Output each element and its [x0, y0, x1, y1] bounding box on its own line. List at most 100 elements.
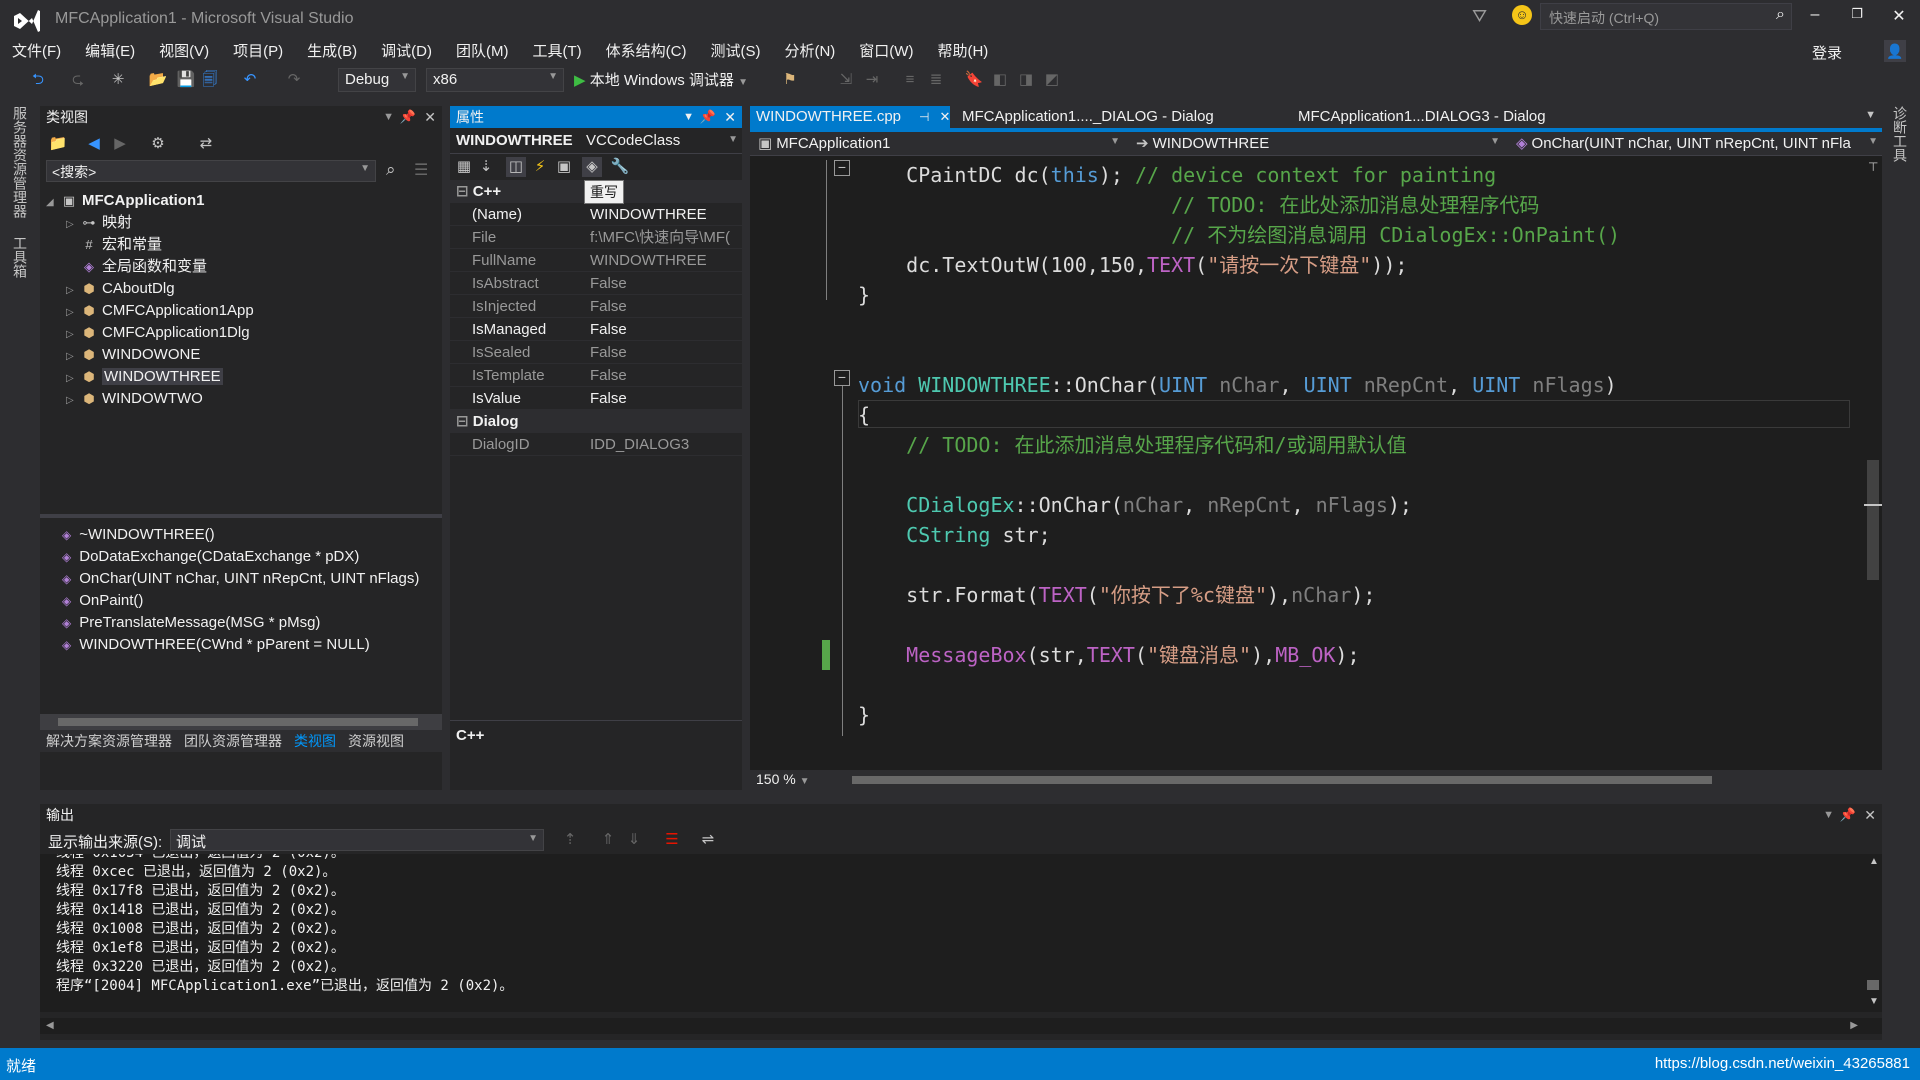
settings-gear-icon[interactable]: ⚙ — [148, 134, 168, 154]
next-message-icon[interactable]: ⇓ — [624, 830, 644, 850]
document-tab[interactable]: MFCApplication1...._DIALOG - Dialog — [956, 106, 1286, 128]
forward-icon[interactable]: ⮎ — [68, 70, 88, 90]
member-item[interactable]: ◈ WINDOWTHREE(CWnd * pParent = NULL) — [40, 634, 442, 656]
vertical-scrollbar[interactable]: ⊤ — [1864, 160, 1882, 756]
tree-item[interactable]: ◢ ▣ MFCApplication1 — [40, 190, 442, 212]
pin-icon[interactable]: ⊣ — [919, 110, 929, 124]
collapse-onchar-icon[interactable]: − — [834, 370, 850, 386]
nav-forward-icon[interactable]: ▶ — [110, 134, 130, 154]
menu-item[interactable]: 体系结构(C) — [594, 40, 699, 64]
property-row[interactable]: FullName WINDOWTHREE — [450, 249, 742, 272]
open-folder-icon[interactable]: 📂 — [148, 70, 168, 90]
menu-item[interactable]: 窗口(W) — [847, 40, 925, 64]
sync-icon[interactable]: ⇄ — [196, 134, 216, 154]
events-icon[interactable]: ⚡ — [530, 157, 550, 177]
code-text[interactable]: CPaintDC dc(this); // device context for… — [858, 160, 1838, 756]
platform-select[interactable]: x86 ▼ — [426, 68, 564, 92]
expand-arrow-icon[interactable]: ◢ — [46, 192, 60, 214]
save-all-icon[interactable]: 🗐 — [200, 70, 220, 90]
overrides-icon[interactable]: ◈ — [582, 157, 602, 177]
new-project-icon[interactable]: ✳ — [108, 70, 128, 90]
member-item[interactable]: ◈ OnChar(UINT nChar, UINT nRepCnt, UINT n… — [40, 568, 442, 590]
panel-tab[interactable]: 资源视图 — [342, 730, 410, 752]
tab-overflow-icon[interactable]: ▼ — [1865, 109, 1876, 121]
tree-item[interactable]: ▷ ⬢ WINDOWTHREE — [40, 366, 442, 388]
menu-item[interactable]: 测试(S) — [698, 40, 772, 64]
toolbox-tab[interactable]: 工具箱 — [10, 236, 30, 278]
menu-item[interactable]: 团队(M) — [444, 40, 521, 64]
property-row[interactable]: IsManaged False — [450, 318, 742, 341]
close-window-button[interactable]: ✕ — [1884, 6, 1914, 30]
horizontal-scrollbar[interactable] — [842, 774, 1862, 786]
expand-arrow-icon[interactable]: ▷ — [66, 214, 80, 236]
menu-item[interactable]: 文件(F) — [0, 40, 73, 64]
expand-arrow-icon[interactable]: ▷ — [66, 368, 80, 390]
find-message-icon[interactable]: ⇡ — [560, 830, 580, 850]
member-item[interactable]: ◈ PreTranslateMessage(MSG * pMsg) — [40, 612, 442, 634]
menu-item[interactable]: 工具(T) — [520, 40, 593, 64]
panel-dropdown-icon[interactable]: ▼ — [683, 106, 694, 128]
zoom-select[interactable]: 150 % ▼ — [756, 771, 810, 787]
property-row[interactable]: IsSealed False — [450, 341, 742, 364]
server-explorer-tab[interactable]: 服务器资源管理器 — [10, 106, 30, 218]
categorized-icon[interactable]: ▦ — [454, 157, 474, 177]
filter-icon[interactable]: ⛛ — [1472, 6, 1487, 27]
tree-item[interactable]: ▷ ⬢ CMFCApplication1App — [40, 300, 442, 322]
expand-arrow-icon[interactable]: ▷ — [66, 280, 80, 302]
tree-item[interactable]: ▷ ⬢ WINDOWTWO — [40, 388, 442, 410]
prev-message-icon[interactable]: ⇑ — [598, 830, 618, 850]
panel-tab[interactable]: 团队资源管理器 — [178, 730, 288, 752]
nav-project-select[interactable]: ▣ MFCApplication1 ▼ — [754, 133, 1124, 155]
property-pages-icon[interactable]: 🔧 — [610, 157, 630, 177]
start-debugging-button[interactable]: ▶ 本地 Windows 调试器 ▼ — [574, 69, 748, 90]
panel-dropdown-icon[interactable]: ▼ — [383, 106, 394, 128]
output-horizontal-scrollbar[interactable]: ◀ ▶ — [40, 1018, 1882, 1034]
collapse-icon[interactable]: ⊟ — [456, 413, 473, 430]
expand-arrow-icon[interactable]: ▷ — [66, 390, 80, 412]
search-icon[interactable]: ⌕ — [1776, 6, 1785, 24]
property-row[interactable]: DialogID IDD_DIALOG3 — [450, 433, 742, 456]
step-into-icon[interactable]: ⇲ — [836, 70, 856, 90]
tree-item[interactable]: ◈ 全局函数和变量 — [40, 256, 442, 278]
scrollbar-thumb[interactable] — [1867, 460, 1879, 580]
menu-item[interactable]: 分析(N) — [772, 40, 847, 64]
property-row[interactable]: IsAbstract False — [450, 272, 742, 295]
output-text[interactable]: 线程 0x1034 已退出，返回值为 2 (0x2)。线程 0xcec 已退出，… — [40, 854, 1882, 1012]
property-category[interactable]: ⊟ Dialog — [450, 410, 742, 433]
nav-member-select[interactable]: ◈ OnChar(UINT nChar, UINT nRepCnt, UINT n… — [1512, 133, 1882, 155]
collapse-icon[interactable]: ⊟ — [456, 183, 473, 200]
output-source-select[interactable]: 调试 ▼ — [170, 829, 544, 851]
close-panel-icon[interactable]: ✕ — [724, 106, 736, 128]
menu-item[interactable]: 帮助(H) — [925, 40, 1000, 64]
panel-dropdown-icon[interactable]: ▼ — [1823, 804, 1834, 826]
messages-icon[interactable]: ▣ — [554, 157, 574, 177]
diagnostic-tools-tab[interactable]: 诊断工具 — [1890, 106, 1910, 162]
quick-launch-input[interactable]: 快速启动 (Ctrl+Q) ⌕ — [1540, 3, 1792, 30]
object-selector[interactable]: WINDOWTHREE VCCodeClass ▼ — [450, 128, 742, 154]
back-icon[interactable]: ⮌ — [28, 70, 48, 90]
pin-icon[interactable]: 📌 — [1840, 804, 1856, 826]
pin-icon[interactable]: 📌 — [700, 106, 716, 128]
menu-item[interactable]: 生成(B) — [295, 40, 369, 64]
property-row[interactable]: IsValue False — [450, 387, 742, 410]
scrollbar-thumb[interactable] — [852, 776, 1712, 784]
options-icon[interactable]: ☰ — [414, 160, 428, 180]
close-panel-icon[interactable]: ✕ — [424, 106, 436, 128]
nav-class-select[interactable]: ➔ WINDOWTHREE ▼ — [1132, 133, 1504, 155]
clear-bookmarks-icon[interactable]: ◩ — [1042, 70, 1062, 90]
menu-item[interactable]: 视图(V) — [147, 40, 221, 64]
tree-item[interactable]: # 宏和常量 — [40, 234, 442, 256]
document-tab[interactable]: MFCApplication1...DIALOG3 - Dialog — [1292, 106, 1622, 128]
prev-bookmark-icon[interactable]: ◧ — [990, 70, 1010, 90]
tree-item[interactable]: ▷ ⬢ CMFCApplication1Dlg — [40, 322, 442, 344]
pin-icon[interactable]: 📌 — [400, 106, 416, 128]
tree-item[interactable]: ▷ ⬢ WINDOWONE — [40, 344, 442, 366]
property-row[interactable]: IsInjected False — [450, 295, 742, 318]
class-view-search-input[interactable]: <搜索> ▼ — [46, 160, 376, 182]
output-vertical-scrollbar[interactable]: ▲ ▼ — [1864, 854, 1882, 1012]
split-icon[interactable]: ⊤ — [1868, 160, 1878, 174]
menu-item[interactable]: 编辑(E) — [73, 40, 147, 64]
expand-arrow-icon[interactable]: ▷ — [66, 324, 80, 346]
property-row[interactable]: IsTemplate False — [450, 364, 742, 387]
expand-arrow-icon[interactable]: ▷ — [66, 302, 80, 324]
